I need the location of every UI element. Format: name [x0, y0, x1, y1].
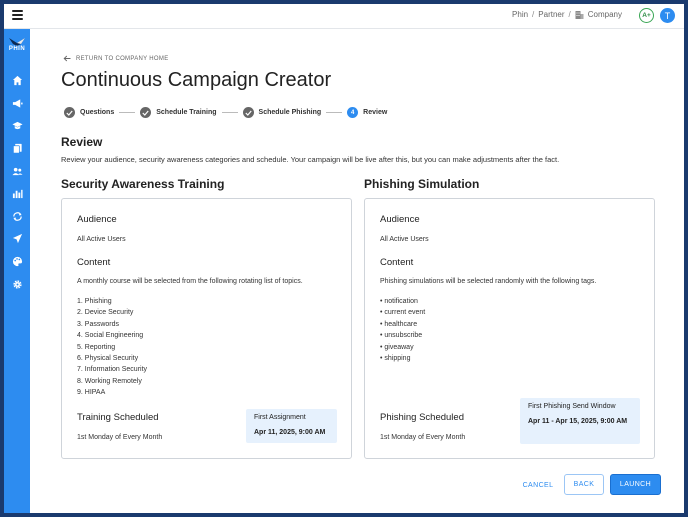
phishing-card: Audience All Active Users Content Phishi…	[364, 198, 655, 459]
arrow-left-icon	[63, 55, 71, 62]
step-label: Questions	[80, 109, 115, 116]
bar-chart-icon[interactable]	[11, 187, 23, 199]
list-item: 2. Device Security	[77, 309, 134, 317]
launch-button[interactable]: LAUNCH	[610, 474, 661, 495]
training-content-desc: A monthly course will be selected from t…	[77, 278, 303, 285]
list-item: • current event	[380, 309, 426, 317]
first-assignment-value: Apr 11, 2025, 9:00 AM	[254, 429, 326, 436]
phishing-content-desc: Phishing simulations will be selected ra…	[380, 278, 597, 285]
phishing-scheduled-heading: Phishing Scheduled	[380, 412, 464, 423]
phin-logo[interactable]: PHIN	[4, 37, 30, 52]
sidebar: PHIN	[4, 29, 30, 513]
top-bar: Phin / Partner / Company A+ T	[4, 4, 684, 29]
phishing-title: Phishing Simulation	[364, 177, 480, 191]
review-description: Review your audience, security awareness…	[61, 155, 560, 164]
list-item: • healthcare	[380, 320, 418, 328]
first-send-window-box: First Phishing Send Window Apr 11 - Apr …	[520, 398, 640, 444]
training-scheduled-heading: Training Scheduled	[77, 412, 159, 423]
phishing-schedule-value: 1st Monday of Every Month	[380, 434, 466, 441]
breadcrumb-phin[interactable]: Phin	[512, 10, 528, 19]
step-number: 4	[347, 107, 359, 118]
breadcrumb-separator: /	[568, 10, 571, 19]
documents-icon[interactable]	[11, 142, 23, 154]
first-assignment-label: First Assignment	[254, 414, 306, 421]
logo-text: PHIN	[8, 46, 26, 52]
breadcrumb-partner[interactable]: Partner	[538, 10, 564, 19]
step-label: Schedule Training	[156, 109, 217, 116]
sync-icon[interactable]	[11, 210, 23, 222]
list-item: 5. Reporting	[77, 343, 116, 351]
back-link-label: RETURN TO COMPANY HOME	[76, 55, 169, 62]
breadcrumb: Phin / Partner / Company	[512, 10, 622, 19]
security-grade-badge[interactable]: A+	[639, 8, 654, 23]
gear-icon[interactable]	[11, 278, 23, 290]
training-card: Audience All Active Users Content A mont…	[61, 198, 352, 459]
list-item: 3. Passwords	[77, 320, 120, 328]
check-icon	[64, 107, 75, 118]
step-schedule-training[interactable]: Schedule Training	[140, 107, 217, 118]
first-send-window-value: Apr 11 - Apr 15, 2025, 9:00 AM	[528, 418, 628, 425]
send-icon[interactable]	[11, 232, 23, 244]
phishing-content-heading: Content	[380, 257, 414, 268]
breadcrumb-separator: /	[532, 10, 535, 19]
step-schedule-phishing[interactable]: Schedule Phishing	[242, 107, 322, 118]
return-to-company-home-link[interactable]: RETURN TO COMPANY HOME	[63, 55, 169, 62]
main-content: RETURN TO COMPANY HOME Continuous Campai…	[30, 29, 684, 513]
megaphone-icon[interactable]	[11, 97, 23, 109]
phishing-tags-list: • notification • current event • healthc…	[380, 296, 425, 364]
list-item: • giveaway	[380, 343, 414, 351]
user-avatar[interactable]: T	[660, 8, 675, 23]
training-content-heading: Content	[77, 257, 111, 268]
breadcrumb-company: Company	[587, 10, 622, 19]
page-title: Continuous Campaign Creator	[61, 69, 332, 91]
graduation-cap-icon[interactable]	[11, 119, 23, 131]
step-label: Schedule Phishing	[258, 109, 322, 116]
step-connector	[221, 112, 238, 113]
phishing-audience-heading: Audience	[380, 214, 420, 225]
app-window: Phin / Partner / Company A+ T PHIN RETUR…	[4, 4, 684, 513]
training-audience-value: All Active Users	[77, 236, 126, 243]
training-schedule-value: 1st Monday of Every Month	[77, 434, 163, 441]
step-connector	[119, 112, 136, 113]
list-item: 6. Physical Security	[77, 354, 139, 362]
list-item: • shipping	[380, 354, 411, 362]
step-review[interactable]: 4 Review	[347, 107, 387, 118]
list-item: 9. HIPAA	[77, 389, 106, 397]
list-item: • unsubscribe	[380, 332, 423, 340]
back-button[interactable]: BACK	[564, 474, 604, 495]
step-label: Review	[363, 109, 388, 116]
first-assignment-box: First Assignment Apr 11, 2025, 9:00 AM	[246, 409, 337, 443]
hamburger-menu-icon[interactable]	[12, 10, 23, 20]
users-icon[interactable]	[11, 165, 23, 177]
review-heading: Review	[61, 135, 103, 149]
list-item: 7. Information Security	[77, 366, 148, 374]
home-icon[interactable]	[11, 74, 23, 86]
list-item: 1. Phishing	[77, 298, 112, 305]
training-topics-list: 1. Phishing 2. Device Security 3. Passwo…	[77, 296, 147, 399]
list-item: 8. Working Remotely	[77, 377, 142, 385]
stepper: Questions Schedule Training Schedule Phi…	[64, 107, 387, 118]
palette-icon[interactable]	[11, 255, 23, 267]
list-item: 4. Social Engineering	[77, 332, 144, 340]
first-send-window-label: First Phishing Send Window	[528, 403, 616, 410]
training-title: Security Awareness Training	[61, 177, 225, 191]
cancel-button[interactable]: CANCEL	[518, 476, 558, 494]
building-icon	[575, 10, 584, 19]
phishing-audience-value: All Active Users	[380, 236, 429, 243]
check-icon	[140, 107, 152, 118]
check-icon	[242, 107, 254, 118]
list-item: • notification	[380, 298, 418, 305]
step-questions[interactable]: Questions	[64, 107, 114, 118]
step-connector	[326, 112, 343, 113]
training-audience-heading: Audience	[77, 214, 117, 225]
